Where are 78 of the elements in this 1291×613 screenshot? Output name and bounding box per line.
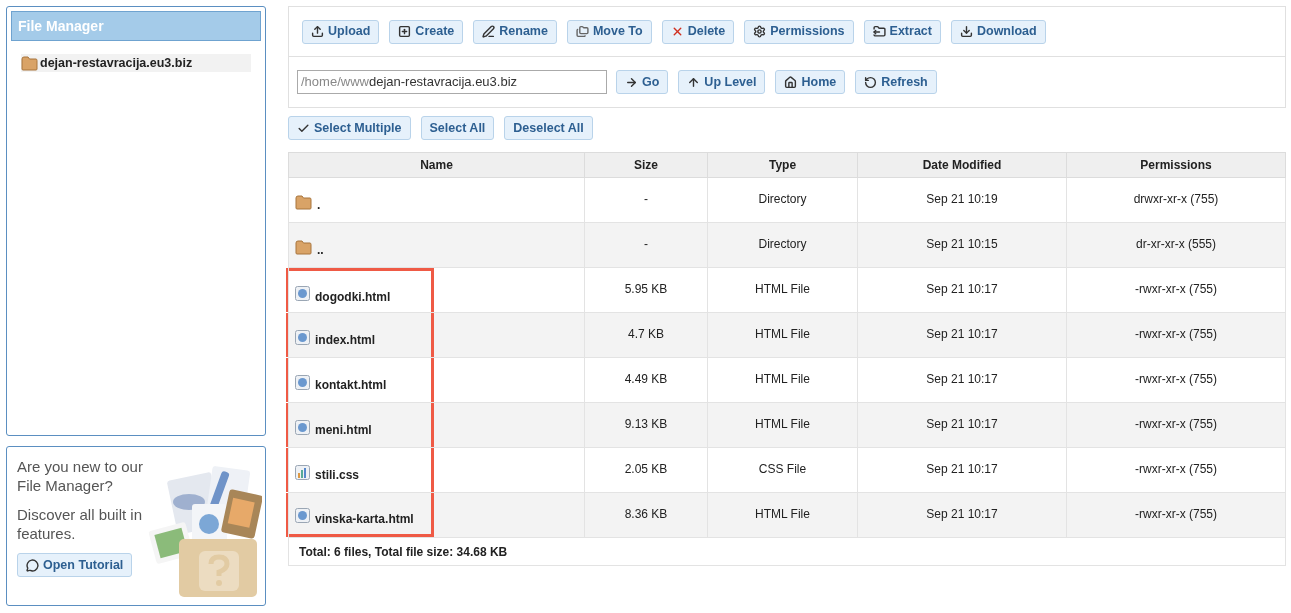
date-cell: Sep 21 10:17 <box>857 492 1067 538</box>
size-cell: 9.13 KB <box>584 402 708 448</box>
permissions-cell: -rwxr-xr-x (755) <box>1066 312 1286 358</box>
selection-button[interactable]: Select Multiple <box>288 116 411 140</box>
size-cell: 4.49 KB <box>584 357 708 403</box>
type-cell: HTML File <box>707 402 858 448</box>
type-cell: HTML File <box>707 357 858 403</box>
extract-icon <box>872 25 886 38</box>
nav-button[interactable]: Up Level <box>678 70 766 94</box>
size-cell: 5.95 KB <box>584 267 708 313</box>
chart-file-icon <box>295 464 310 480</box>
name-cell[interactable]: . <box>289 178 584 222</box>
toolbar-button[interactable]: Upload <box>302 19 380 44</box>
date-cell: Sep 21 10:17 <box>857 402 1067 448</box>
toolbar-button[interactable]: Create <box>389 19 464 44</box>
name-cell[interactable]: vinska-karta.html <box>286 493 434 537</box>
permissions-cell: -rwxr-xr-x (755) <box>1066 357 1286 403</box>
tree-item[interactable]: dejan-restavracija.eu3.biz <box>21 54 251 72</box>
tutorial-question: Are you new to our File Manager? <box>17 457 144 495</box>
toolbar-button[interactable]: Download <box>950 19 1046 44</box>
path-field[interactable]: /home/wwwdejan-restavracija.eu3.biz <box>297 70 607 94</box>
date-cell: Sep 21 10:17 <box>857 267 1067 313</box>
toolbar-button[interactable]: Delete <box>661 19 735 44</box>
nav-button[interactable]: Home <box>775 70 846 94</box>
table-footer: Total: 6 files, Total file size: 34.68 KB <box>288 537 1286 566</box>
name-cell[interactable]: .. <box>289 223 584 267</box>
date-cell: Sep 21 10:17 <box>857 357 1067 403</box>
column-header[interactable]: Permissions <box>1066 152 1286 178</box>
pen-icon <box>482 25 496 38</box>
permissions-cell: dr-xr-xr-x (555) <box>1066 222 1286 268</box>
nav-button[interactable]: Go <box>616 70 669 94</box>
size-cell: 2.05 KB <box>584 447 708 493</box>
selection-button[interactable]: Deselect All <box>504 116 593 140</box>
nav-button[interactable]: Refresh <box>855 70 937 94</box>
permissions-cell: drwxr-xr-x (755) <box>1066 177 1286 223</box>
permissions-cell: -rwxr-xr-x (755) <box>1066 447 1286 493</box>
upload-icon <box>311 25 324 38</box>
type-cell: CSS File <box>707 447 858 493</box>
home-icon <box>784 75 798 89</box>
column-header[interactable]: Type <box>707 152 858 178</box>
toolbar-button[interactable]: Move To <box>566 19 652 44</box>
folders-icon <box>575 25 589 38</box>
permissions-cell: -rwxr-xr-x (755) <box>1066 492 1286 538</box>
arrow-up-icon <box>687 75 701 89</box>
arrow-right-icon <box>625 75 638 89</box>
type-cell: Directory <box>707 177 858 223</box>
date-cell: Sep 21 10:15 <box>857 222 1067 268</box>
refresh-icon <box>864 75 878 89</box>
type-cell: HTML File <box>707 312 858 358</box>
date-cell: Sep 21 10:17 <box>857 447 1067 493</box>
speech-bubble-icon <box>26 558 39 572</box>
size-cell: - <box>584 222 708 268</box>
permissions-cell: -rwxr-xr-x (755) <box>1066 402 1286 448</box>
download-icon <box>959 25 973 38</box>
size-cell: 8.36 KB <box>584 492 708 538</box>
column-header[interactable]: Name <box>288 152 585 178</box>
permissions-cell: -rwxr-xr-x (755) <box>1066 267 1286 313</box>
tutorial-text: Discover all built in features. <box>17 505 144 543</box>
column-header[interactable]: Size <box>584 152 708 178</box>
new-file-icon <box>398 25 412 38</box>
toolbar-button[interactable]: Rename <box>473 19 557 44</box>
folder-icon <box>21 55 38 71</box>
toolbar-button[interactable]: Extract <box>863 19 941 44</box>
folder-icon <box>295 194 312 210</box>
type-cell: HTML File <box>707 267 858 313</box>
size-cell: - <box>584 177 708 223</box>
open-tutorial-button[interactable]: Open Tutorial <box>17 553 133 577</box>
selection-button[interactable]: Select All <box>420 116 495 140</box>
toolbar-button[interactable]: Permissions <box>744 19 854 44</box>
date-cell: Sep 21 10:19 <box>857 177 1067 223</box>
type-cell: Directory <box>707 222 858 268</box>
gear-icon <box>753 25 767 38</box>
date-cell: Sep 21 10:17 <box>857 312 1067 358</box>
panel-title: File Manager <box>11 11 261 41</box>
type-cell: HTML File <box>707 492 858 538</box>
column-header[interactable]: Date Modified <box>857 152 1067 178</box>
folder-icon <box>295 239 312 255</box>
size-cell: 4.7 KB <box>584 312 708 358</box>
